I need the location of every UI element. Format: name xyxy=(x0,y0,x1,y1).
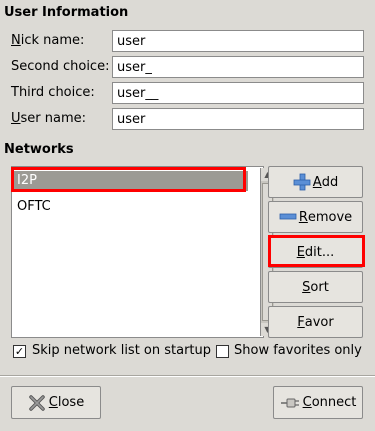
skip-network-list-label: Skip network list on startup xyxy=(32,343,212,358)
separator-highlight xyxy=(0,376,375,377)
skip-network-list-checkbox[interactable]: ✓ xyxy=(13,345,26,358)
second-choice-input[interactable] xyxy=(112,56,364,78)
network-list[interactable]: I2P OFTC ▲ ▼ xyxy=(11,166,274,338)
show-favorites-checkbox[interactable] xyxy=(216,345,229,358)
close-icon xyxy=(29,394,45,411)
close-button[interactable]: Close xyxy=(11,386,101,419)
add-icon xyxy=(293,173,311,191)
network-item-oftc[interactable]: OFTC xyxy=(12,197,248,217)
favor-button[interactable]: Favor xyxy=(268,306,363,338)
networks-title: Networks xyxy=(4,142,74,157)
third-choice-input[interactable] xyxy=(112,82,364,104)
add-button[interactable]: Add xyxy=(268,166,363,198)
remove-icon xyxy=(279,213,297,220)
nick-name-input[interactable] xyxy=(112,30,364,52)
connect-plug-icon xyxy=(280,398,299,407)
second-choice-label: Second choice: xyxy=(11,59,110,74)
show-favorites-label: Show favorites only xyxy=(234,343,362,358)
user-info-title: User Information xyxy=(4,5,129,20)
network-item-i2p[interactable]: I2P xyxy=(12,171,248,191)
third-choice-label: Third choice: xyxy=(11,85,95,100)
remove-button[interactable]: Remove xyxy=(268,201,363,233)
connect-button[interactable]: Connect xyxy=(273,386,363,419)
user-name-label: User name: xyxy=(11,111,87,126)
sort-button[interactable]: Sort xyxy=(268,271,363,303)
user-name-input[interactable] xyxy=(112,108,364,130)
edit-button[interactable]: Edit... xyxy=(268,236,363,268)
nick-name-label: Nick name: xyxy=(11,33,85,48)
